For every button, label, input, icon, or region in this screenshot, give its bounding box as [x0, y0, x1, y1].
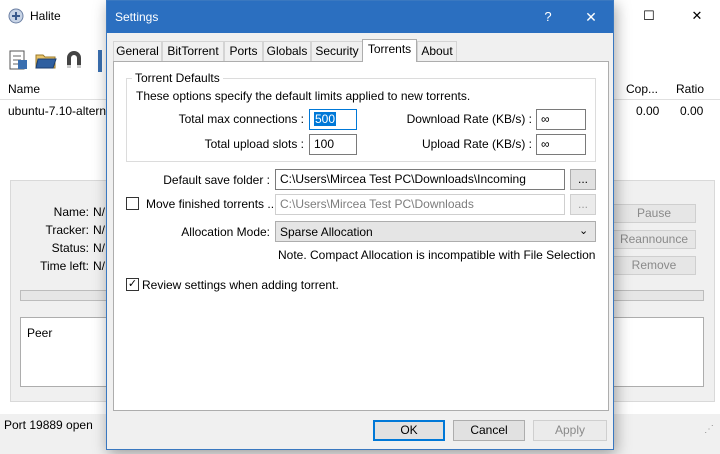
peer-column-label: Peer [27, 326, 53, 340]
review-settings-label: Review settings when adding torrent. [142, 278, 339, 292]
torrent-defaults-description: These options specify the default limits… [136, 89, 471, 103]
total-max-connections-label: Total max connections : [178, 112, 304, 126]
column-copies[interactable]: Cop... [626, 82, 658, 96]
name-value: N/ [93, 205, 105, 219]
halite-app-icon [8, 8, 24, 24]
allocation-note: Note. Compact Allocation is incompatible… [278, 248, 596, 262]
toolbar-edge-icon [98, 50, 102, 72]
move-finished-label: Move finished torrents ... [146, 197, 278, 211]
browse-move-folder-button[interactable]: ... [570, 194, 596, 215]
add-torrent-icon[interactable] [6, 48, 30, 72]
tab-about[interactable]: About [417, 41, 457, 61]
status-value: N/ [93, 241, 105, 255]
total-max-connections-input[interactable]: 500 [309, 109, 357, 130]
reannounce-button[interactable]: Reannounce [612, 230, 696, 249]
browse-save-folder-button[interactable]: ... [570, 169, 596, 190]
settings-dialog: Settings ? ✕ General BitTorrent Ports Gl… [106, 0, 614, 450]
upload-rate-label: Upload Rate (KB/s) : [421, 137, 532, 151]
tab-general[interactable]: General [113, 41, 162, 61]
upload-rate-input[interactable]: ∞ [536, 134, 586, 155]
help-button[interactable]: ? [533, 1, 563, 33]
resize-grip-icon[interactable]: ⋰ [704, 424, 714, 435]
time-left-label: Time left: [40, 259, 89, 273]
tab-bittorrent[interactable]: BitTorrent [162, 41, 224, 61]
magnet-icon[interactable] [62, 48, 86, 72]
move-finished-folder-input[interactable]: C:\Users\Mircea Test PC\Downloads [275, 194, 565, 215]
review-settings-checkbox[interactable]: ✓ [126, 278, 139, 291]
main-window-title: Halite [30, 9, 61, 23]
open-folder-icon[interactable] [34, 48, 58, 72]
download-rate-input[interactable]: ∞ [536, 109, 586, 130]
dialog-title: Settings [115, 10, 159, 24]
row-copies: 0.00 [636, 104, 660, 118]
column-ratio[interactable]: Ratio [676, 82, 704, 96]
allocation-mode-select[interactable]: Sparse Allocation ⌄ [275, 221, 596, 242]
total-max-connections-value: 500 [314, 112, 337, 126]
time-left-value: N/ [93, 259, 105, 273]
tab-security[interactable]: Security [311, 41, 363, 61]
close-main-button[interactable]: ✕ [674, 0, 720, 32]
tracker-value: N/ [93, 223, 105, 237]
status-label: Status: [51, 241, 89, 255]
tab-torrents[interactable]: Torrents [362, 39, 417, 62]
tab-globals[interactable]: Globals [263, 41, 311, 61]
allocation-mode-label: Allocation Mode: [181, 225, 270, 239]
total-upload-slots-input[interactable]: 100 [309, 134, 357, 155]
status-bar-text: Port 19889 open [4, 418, 93, 432]
ok-button[interactable]: OK [373, 420, 445, 441]
default-save-folder-input[interactable]: C:\Users\Mircea Test PC\Downloads\Incomi… [275, 169, 565, 190]
name-label: Name: [53, 205, 89, 219]
maximize-button[interactable]: ☐ [626, 0, 672, 32]
cancel-button[interactable]: Cancel [453, 420, 525, 441]
tracker-label: Tracker: [45, 223, 89, 237]
torrents-tab-panel: Torrent Defaults These options specify t… [113, 61, 609, 411]
total-upload-slots-label: Total upload slots : [204, 137, 304, 151]
row-ratio: 0.00 [680, 104, 704, 118]
remove-button[interactable]: Remove [612, 256, 696, 275]
column-name[interactable]: Name [8, 82, 40, 96]
row-name: ubuntu-7.10-altern [8, 104, 107, 118]
dialog-titlebar: Settings ? ✕ [107, 1, 613, 33]
allocation-mode-value: Sparse Allocation [280, 225, 373, 239]
move-finished-checkbox[interactable] [126, 197, 139, 210]
chevron-down-icon: ⌄ [579, 225, 589, 237]
default-save-folder-label: Default save folder : [163, 173, 270, 187]
pause-button[interactable]: Pause [612, 204, 696, 223]
tab-ports[interactable]: Ports [224, 41, 263, 61]
apply-button[interactable]: Apply [533, 420, 607, 441]
download-rate-label: Download Rate (KB/s) : [406, 112, 532, 126]
close-dialog-button[interactable]: ✕ [569, 1, 613, 33]
torrent-defaults-legend: Torrent Defaults [132, 71, 223, 85]
